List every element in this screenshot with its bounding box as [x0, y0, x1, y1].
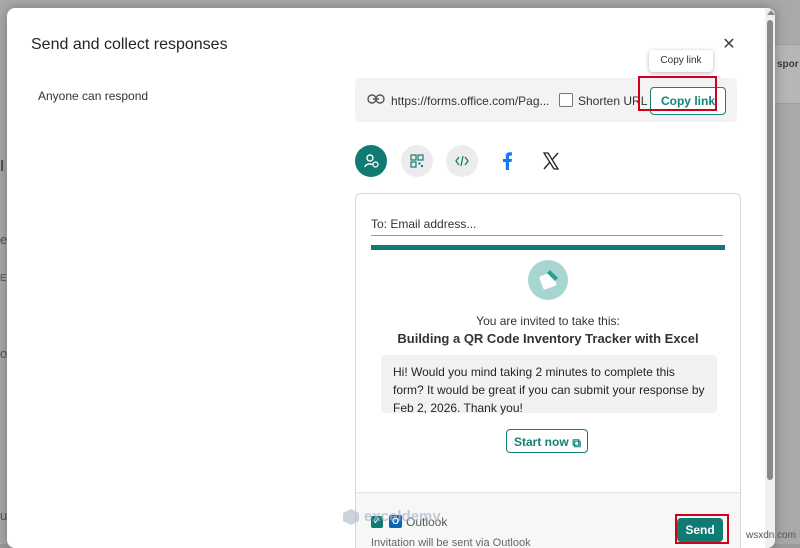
invite-people-icon[interactable] — [355, 145, 387, 177]
email-invite-panel: To: Email address... You are invited to … — [355, 193, 741, 548]
site-watermark: wsxdn.com — [746, 530, 797, 541]
shorten-url-checkbox[interactable] — [559, 93, 573, 107]
x-icon[interactable] — [535, 145, 567, 177]
external-link-icon: ⧉ — [572, 436, 581, 450]
permission-label: Anyone can respond — [38, 89, 149, 103]
copy-link-highlight-box — [638, 76, 717, 111]
start-now-button[interactable]: Start now ⧉ — [506, 429, 588, 453]
invitation-text: You are invited to take this: — [476, 314, 620, 328]
watermark: exceldemy — [364, 508, 441, 525]
start-now-label: Start now — [514, 435, 569, 449]
qr-code-icon[interactable] — [401, 145, 433, 177]
form-title: Building a QR Code Inventory Tracker wit… — [397, 331, 699, 346]
copy-link-tooltip: Copy link — [649, 50, 713, 72]
scroll-up-arrow-icon[interactable] — [767, 10, 775, 15]
shorten-url-label[interactable]: Shorten URL — [578, 94, 647, 108]
forms-logo-icon — [528, 260, 568, 300]
embed-code-icon[interactable] — [446, 145, 478, 177]
invitation-message[interactable]: Hi! Would you mind taking 2 minutes to c… — [381, 355, 717, 415]
form-url[interactable]: https://forms.office.com/Pag... — [391, 94, 550, 108]
invitation-note: Invitation will be sent via Outlook — [371, 537, 531, 548]
close-icon[interactable]: ✕ — [720, 36, 738, 54]
link-icon — [367, 94, 385, 104]
dialog-title: Send and collect responses — [31, 36, 228, 53]
scrollbar-thumb[interactable] — [767, 20, 773, 480]
email-address-input[interactable]: To: Email address... — [371, 217, 723, 236]
facebook-icon[interactable] — [491, 145, 523, 177]
watermark-logo-icon — [343, 509, 359, 525]
email-banner-bar — [371, 245, 725, 250]
send-highlight-box — [675, 514, 729, 544]
